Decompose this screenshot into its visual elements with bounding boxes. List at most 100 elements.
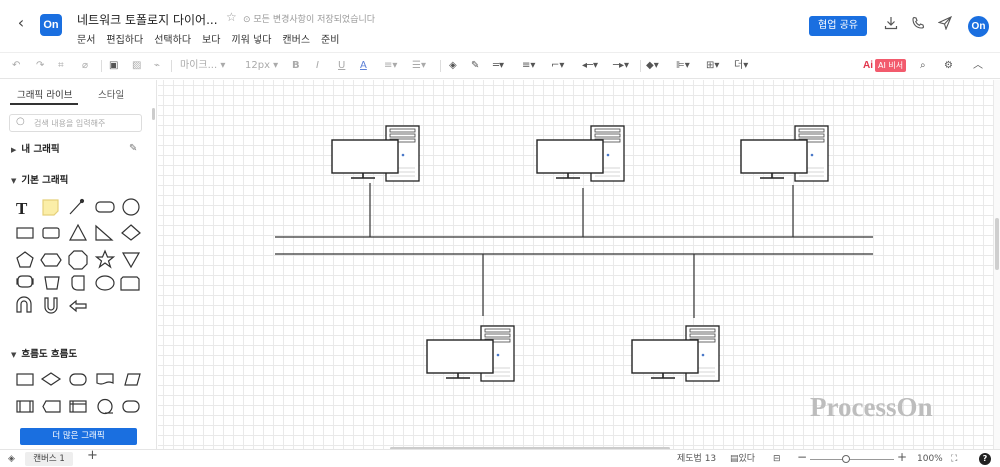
phone-icon[interactable] — [909, 16, 927, 34]
shape-search-input[interactable]: ○ 검색 내용을 입력해주 — [9, 114, 142, 132]
menu-edit[interactable]: 편집하다 — [106, 31, 143, 46]
search-placeholder: 검색 내용을 입력해주 — [34, 119, 106, 128]
fill-color-icon[interactable]: ◈ — [449, 59, 457, 73]
app-window: ‹ On 네트워크 토폴로지 다이어... ☆ ⊙ 모든 변경사항이 저장되었습… — [0, 0, 1000, 467]
format-painter-icon[interactable]: ⌗ — [58, 59, 64, 73]
ai-label: Ai — [863, 59, 873, 71]
flowchart-shapes-grid — [16, 372, 141, 415]
arrow-start-icon[interactable]: ◂─▾ — [582, 59, 598, 73]
font-family-value: 마이크... — [180, 60, 218, 71]
present-button[interactable]: ▤있다 — [730, 453, 755, 465]
style-icon[interactable]: ▣ — [109, 59, 118, 73]
fullscreen-icon[interactable]: ⛶ — [951, 453, 957, 465]
bold-icon[interactable]: B — [292, 59, 300, 73]
toolbar-divider — [440, 60, 441, 72]
computer-node[interactable] — [536, 125, 625, 182]
ai-assistant-button[interactable]: Ai AI 비서 — [863, 58, 907, 72]
send-icon[interactable] — [936, 15, 954, 34]
computer-node[interactable] — [631, 325, 720, 382]
layer-icon[interactable]: ◆▾ — [646, 59, 659, 73]
align-icon[interactable]: ⊫▾ — [676, 59, 690, 73]
sidebar-scrollbar[interactable] — [152, 108, 155, 120]
menubar: 문서 편집하다 선택하다 보다 끼워 넣다 캔버스 준비 — [77, 31, 350, 46]
menu-select[interactable]: 선택하다 — [154, 31, 191, 46]
more-menu[interactable]: 더▾ — [734, 59, 748, 73]
caret-right-icon: ▶ — [11, 146, 17, 154]
chevron-left-icon[interactable]: ‹ — [12, 14, 30, 32]
text-align-icon[interactable]: ≡▾ — [384, 59, 397, 73]
section-basic-shapes[interactable]: ▼ 기본 그래픽 — [11, 172, 68, 186]
header: ‹ On 네트워크 토폴로지 다이어... ☆ ⊙ 모든 변경사항이 저장되었습… — [0, 0, 1000, 52]
section-flowchart[interactable]: ▼ 흐름도 흐름도 — [11, 346, 77, 360]
zoom-slider[interactable] — [810, 459, 894, 460]
menu-view[interactable]: 보다 — [202, 31, 220, 46]
toolbar: ↶ ↷ ⌗ ⌀ ▣ ▨ ⌁ 마이크... ▾ 12px ▾ B I U A ≡▾… — [0, 52, 1000, 79]
section-label: 내 그래픽 — [21, 144, 60, 155]
computer-node[interactable] — [740, 125, 829, 182]
computer-node[interactable] — [331, 125, 420, 182]
basic-shapes-grid: T — [16, 198, 141, 314]
search-icon: ○ — [16, 116, 25, 127]
menu-insert[interactable]: 끼워 넣다 — [231, 31, 271, 46]
menu-prepare[interactable]: 준비 — [321, 31, 339, 46]
menu-document[interactable]: 문서 — [77, 31, 95, 46]
active-tab-indicator — [10, 103, 78, 105]
collapse-toolbar-icon[interactable]: ︿ — [973, 59, 983, 73]
layers-icon[interactable]: ◈ — [8, 453, 15, 465]
caret-down-icon: ▼ — [11, 351, 17, 359]
line-spacing-icon[interactable]: ☰▾ — [412, 59, 426, 73]
shape-library-sidebar: 그래픽 라이브 스타일 ○ 검색 내용을 입력해주 ▶ 내 그래픽 ✎ ▼ 기본 그… — [0, 80, 157, 449]
more-label: 더 — [734, 60, 744, 71]
zoom-out-icon[interactable]: − — [797, 451, 807, 463]
user-avatar[interactable]: On — [968, 16, 989, 37]
clear-format-icon[interactable]: ⌀ — [82, 59, 88, 73]
app-logo[interactable]: On — [40, 14, 62, 36]
menu-canvas[interactable]: 캔버스 — [282, 31, 310, 46]
canvas-vertical-scrollbar[interactable] — [994, 80, 1000, 449]
image-icon[interactable]: ▨ — [132, 59, 141, 73]
computer-node[interactable] — [426, 325, 515, 382]
zoom-in-icon[interactable]: + — [897, 451, 907, 463]
font-family-select[interactable]: 마이크... ▾ — [180, 59, 225, 73]
document-title[interactable]: 네트워크 토폴로지 다이어... — [77, 11, 218, 28]
arrow-end-icon[interactable]: ─▸▾ — [613, 59, 629, 73]
toolbar-divider — [171, 60, 172, 72]
collaborate-share-button[interactable]: 협업 공유 — [809, 16, 867, 36]
zoom-slider-handle[interactable] — [842, 455, 850, 463]
undo-icon[interactable]: ↶ — [12, 59, 20, 73]
underline-icon[interactable]: U — [338, 59, 345, 73]
star-icon[interactable]: ☆ — [226, 10, 237, 24]
watermark: ProcessOn — [810, 392, 933, 422]
section-label: 흐름도 흐름도 — [21, 349, 78, 360]
more-shapes-button[interactable]: 더 많은 그래픽 — [20, 428, 137, 445]
tab-shape-library[interactable]: 그래픽 라이브 — [17, 87, 72, 101]
line-width-icon[interactable]: ≡▾ — [522, 59, 535, 73]
outline-icon: ▤ — [730, 454, 739, 464]
zoom-level[interactable]: 100% — [917, 453, 943, 465]
scroll-thumb[interactable] — [995, 218, 999, 270]
edit-icon[interactable]: ✎ — [129, 143, 137, 154]
redo-icon[interactable]: ↷ — [36, 59, 44, 73]
grid-icon[interactable]: ⊞▾ — [706, 59, 719, 73]
line-color-icon[interactable]: ✎ — [471, 59, 479, 73]
font-color-icon[interactable]: A — [360, 59, 367, 73]
download-icon[interactable] — [882, 16, 900, 34]
search-replace-icon[interactable]: ⌕ — [920, 59, 926, 73]
italic-icon[interactable]: I — [316, 59, 319, 73]
status-bar: ◈ 캔버스 1 + 제도법 13 ▤있다 ⊟ − + 100% ⛶ ? — [0, 449, 1000, 467]
plus-icon[interactable]: + — [87, 449, 98, 462]
link-icon[interactable]: ⌁ — [154, 59, 160, 73]
toolbar-divider — [640, 60, 641, 72]
font-size-select[interactable]: 12px ▾ — [245, 59, 278, 73]
save-status: ⊙ 모든 변경사항이 저장되었습니다 — [243, 12, 375, 25]
book-icon[interactable]: ⊟ — [773, 453, 781, 465]
help-icon[interactable]: ? — [979, 453, 991, 465]
tab-style[interactable]: 스타일 — [98, 87, 124, 101]
canvas-tab-1[interactable]: 캔버스 1 — [25, 452, 73, 466]
section-my-shapes[interactable]: ▶ 내 그래픽 — [11, 141, 60, 155]
connector-icon[interactable]: ⌐▾ — [551, 59, 564, 73]
present-label: 있다 — [738, 454, 756, 464]
settings-icon[interactable]: ⚙ — [944, 59, 953, 73]
shape-count: 제도법 13 — [677, 454, 717, 464]
line-style-icon[interactable]: ═▾ — [493, 59, 504, 73]
